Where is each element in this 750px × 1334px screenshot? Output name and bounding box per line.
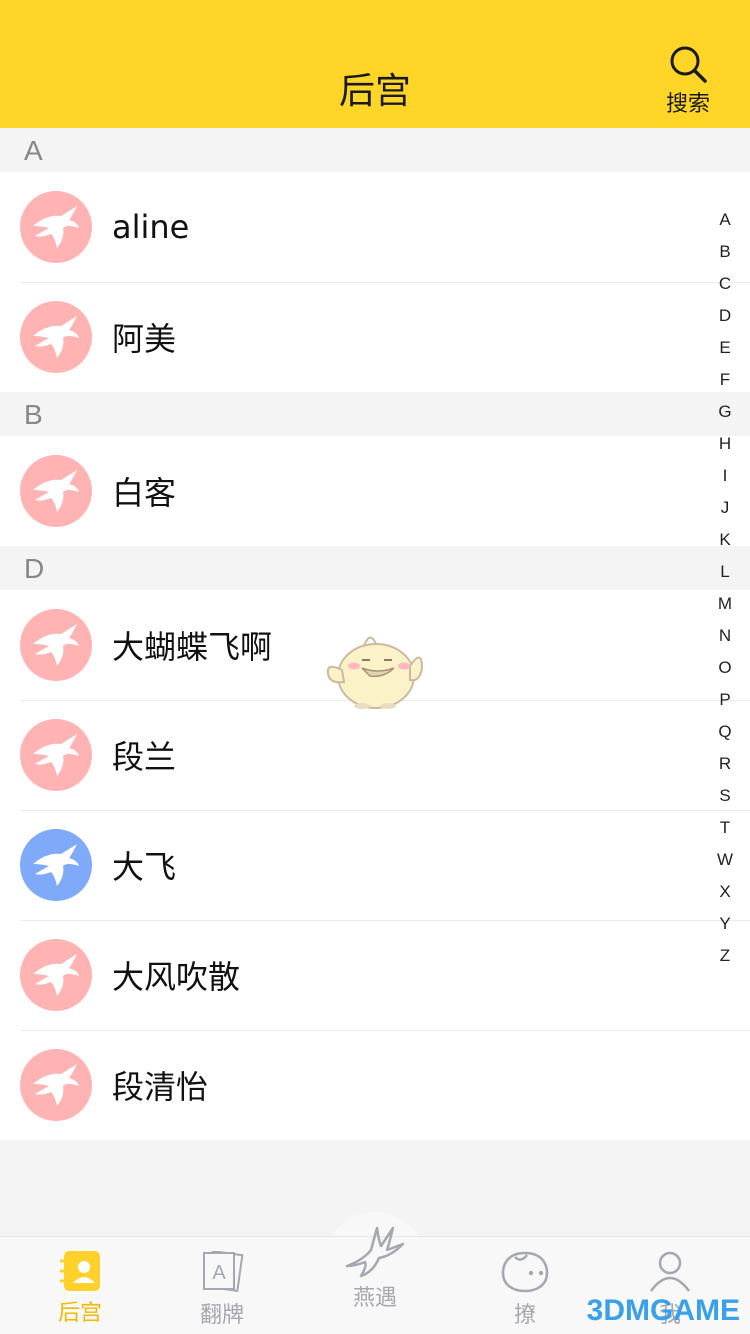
avatar	[20, 455, 92, 527]
alphabet-letter[interactable]: A	[712, 204, 738, 236]
swallow-avatar-icon	[33, 954, 79, 996]
contact-name: 大飞	[112, 848, 177, 886]
chick-mascot-icon	[326, 636, 424, 709]
section-header: A	[0, 128, 750, 172]
tab-label: 翻牌	[199, 1303, 244, 1328]
user-icon	[649, 1251, 691, 1292]
contact-name: aline	[112, 208, 190, 246]
tab-swallow-encounter[interactable]: 燕遇	[315, 1222, 435, 1312]
alphabet-letter[interactable]: S	[712, 780, 738, 812]
alphabet-letter[interactable]: W	[712, 844, 738, 876]
section-header: D	[0, 546, 750, 590]
contact-row[interactable]: 阿美	[0, 282, 750, 392]
contact-name: 段兰	[112, 738, 177, 776]
swallow-avatar-icon	[33, 1064, 79, 1106]
alphabet-letter[interactable]: Q	[712, 716, 738, 748]
swallow-avatar-icon	[33, 734, 79, 776]
alphabet-letter[interactable]: Y	[712, 908, 738, 940]
alphabet-letter[interactable]: T	[712, 812, 738, 844]
section-body: 白客	[0, 436, 750, 546]
chat-bubble-icon	[501, 1251, 549, 1293]
search-icon	[670, 46, 707, 83]
alphabet-letter[interactable]: R	[712, 748, 738, 780]
tab-flip-cards[interactable]: A 翻牌	[162, 1237, 282, 1334]
alphabet-letter[interactable]: P	[712, 684, 738, 716]
svg-text:A: A	[212, 1262, 226, 1284]
top-bar: 后宫 搜索	[0, 0, 750, 128]
page-title: 后宫	[338, 71, 411, 112]
contact-name: 大蝴蝶飞啊	[112, 628, 273, 666]
tab-label: 燕遇	[352, 1286, 397, 1311]
alphabet-letter[interactable]: L	[712, 556, 738, 588]
contact-row[interactable]: 大飞	[0, 810, 750, 920]
avatar	[20, 829, 92, 901]
tab-label: 撩	[513, 1303, 536, 1328]
contact-name: 大风吹散	[112, 958, 241, 996]
contact-row[interactable]: aline	[0, 172, 750, 282]
avatar	[20, 301, 92, 373]
alphabet-letter[interactable]: F	[712, 364, 738, 396]
alphabet-letter[interactable]: I	[712, 460, 738, 492]
tab-flirt[interactable]: 撩	[465, 1237, 585, 1334]
swallow-avatar-icon	[33, 206, 79, 248]
swallow-avatar-icon	[33, 470, 79, 512]
contact-name: 白客	[112, 474, 177, 512]
avatar	[20, 719, 92, 791]
alphabet-letter[interactable]: J	[712, 492, 738, 524]
contact-row[interactable]: 段兰	[0, 700, 750, 810]
contact-name: 段清怡	[112, 1068, 209, 1106]
search-button[interactable]: 搜索	[656, 44, 720, 118]
alphabet-letter[interactable]: X	[712, 876, 738, 908]
watermark-text: 3DMGAME	[586, 1294, 740, 1327]
contacts-icon	[60, 1251, 100, 1291]
alphabet-letter[interactable]: D	[712, 300, 738, 332]
avatar	[20, 1049, 92, 1121]
section-body: aline 阿美	[0, 172, 750, 392]
contact-row[interactable]: 大风吹散	[0, 920, 750, 1030]
alphabet-letter[interactable]: M	[712, 588, 738, 620]
section-header: B	[0, 392, 750, 436]
tab-harem[interactable]: 后宫	[20, 1237, 140, 1334]
alphabet-letter[interactable]: N	[712, 620, 738, 652]
tab-label: 后宫	[57, 1301, 102, 1326]
swallow-icon	[345, 1226, 405, 1278]
contact-row[interactable]: 白客	[0, 436, 750, 546]
alphabet-index[interactable]: ABCDEFGHIJKLMNOPQRSTWXYZ	[712, 204, 738, 972]
alphabet-letter[interactable]: Z	[712, 940, 738, 972]
alphabet-letter[interactable]: K	[712, 524, 738, 556]
alphabet-letter[interactable]: B	[712, 236, 738, 268]
alphabet-letter[interactable]: E	[712, 332, 738, 364]
alphabet-letter[interactable]: O	[712, 652, 738, 684]
avatar	[20, 191, 92, 263]
cards-icon: A	[203, 1251, 244, 1293]
contact-row[interactable]: 段清怡	[0, 1030, 750, 1140]
swallow-avatar-icon	[33, 624, 79, 666]
search-label: 搜索	[665, 92, 710, 117]
swallow-avatar-icon	[33, 316, 79, 358]
contact-name: 阿美	[112, 320, 177, 358]
avatar	[20, 939, 92, 1011]
swallow-avatar-icon	[33, 844, 79, 886]
alphabet-letter[interactable]: H	[712, 428, 738, 460]
avatar	[20, 609, 92, 681]
alphabet-letter[interactable]: C	[712, 268, 738, 300]
alphabet-letter[interactable]: G	[712, 396, 738, 428]
